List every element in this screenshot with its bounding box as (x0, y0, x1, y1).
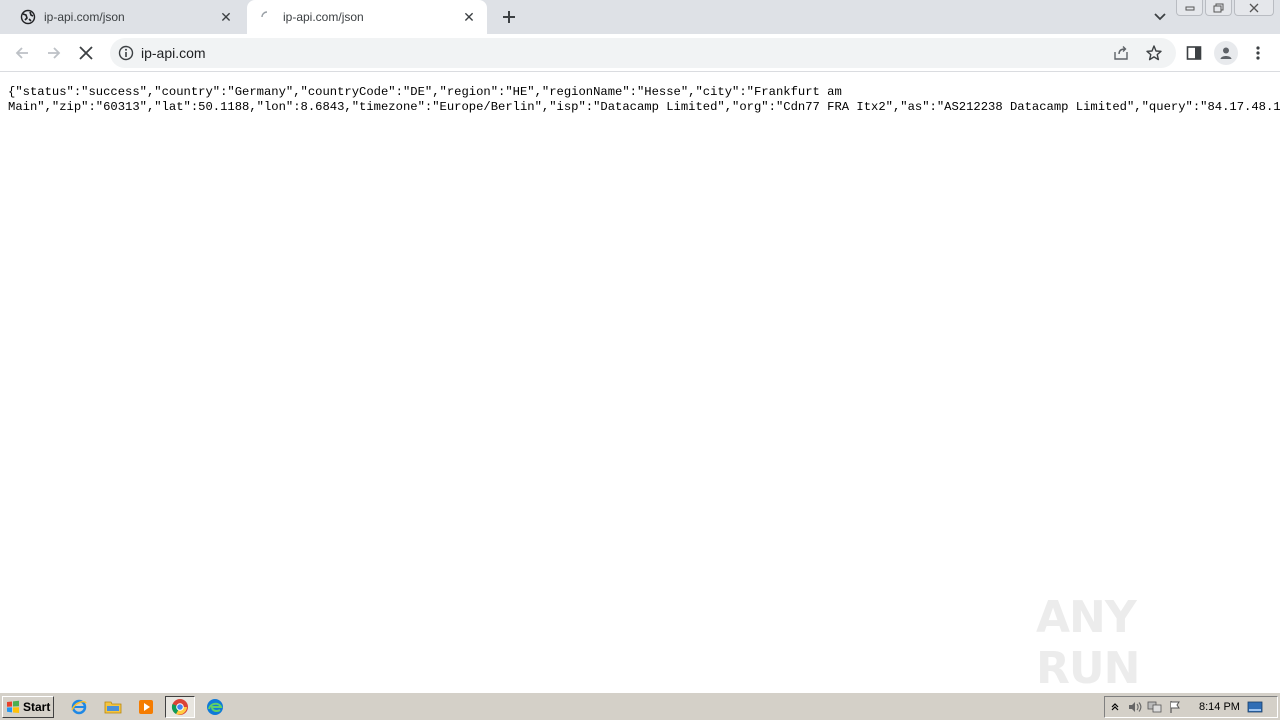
address-bar[interactable]: ip-api.com (110, 38, 1176, 68)
back-button[interactable] (9, 40, 35, 66)
arrow-left-icon (15, 47, 28, 59)
info-icon[interactable] (118, 45, 134, 61)
bookmark-star-icon[interactable] (1145, 44, 1163, 62)
json-line-2: Main","zip":"60313","lat":50.1188,"lon":… (8, 100, 1280, 114)
close-icon (79, 46, 93, 60)
tab-ip-api-2[interactable]: ip-api.com/json ✕ (247, 0, 487, 34)
globe-icon (20, 9, 36, 25)
windows-taskbar: Start 8:14 PM (0, 692, 1280, 720)
tab-ip-api-1[interactable]: ip-api.com/json ✕ (8, 0, 244, 34)
close-icon (1249, 3, 1259, 12)
forward-button[interactable] (41, 40, 67, 66)
json-response: {"status":"success","country":"Germany",… (8, 85, 1280, 115)
window-controls (1174, 0, 1274, 18)
chevron-down-icon (1154, 13, 1166, 21)
minimize-icon (1185, 6, 1194, 10)
tab-close-icon[interactable]: ✕ (459, 7, 479, 27)
network-icon[interactable] (1145, 698, 1165, 716)
restore-icon (1213, 3, 1223, 12)
anyrun-watermark: ANY RUN (1036, 592, 1140, 694)
minimize-button[interactable] (1176, 0, 1203, 16)
volume-icon[interactable] (1125, 698, 1145, 716)
new-tab-button[interactable] (498, 6, 520, 28)
url-text[interactable]: ip-api.com (141, 45, 206, 61)
more-menu-button[interactable] (1250, 43, 1266, 63)
action-center-flag-icon[interactable] (1165, 698, 1185, 716)
browser-toolbar: ip-api.com (0, 34, 1280, 72)
person-icon (1220, 47, 1232, 59)
page-content: {"status":"success","country":"Germany",… (0, 73, 1280, 694)
tab-close-icon[interactable]: ✕ (216, 7, 236, 27)
tab-search-button[interactable] (1150, 8, 1170, 26)
start-button[interactable]: Start (2, 696, 54, 718)
kebab-menu-icon (1256, 46, 1260, 60)
tab-strip: ip-api.com/json ✕ ip-api.com/json ✕ (0, 0, 1280, 34)
stop-loading-button[interactable] (73, 40, 99, 66)
loading-icon (259, 9, 275, 25)
start-label: Start (23, 700, 51, 714)
restore-button[interactable] (1205, 0, 1232, 16)
explorer-folder-icon[interactable] (102, 697, 124, 717)
clock[interactable]: 8:14 PM (1199, 701, 1245, 713)
show-desktop-icon[interactable] (1245, 698, 1265, 716)
system-tray: 8:14 PM (1104, 696, 1278, 718)
ie-icon[interactable] (68, 697, 90, 717)
plus-icon (503, 11, 515, 23)
edge-icon[interactable] (204, 697, 226, 717)
windows-logo-icon (7, 700, 19, 713)
json-line-1: {"status":"success","country":"Germany",… (8, 85, 842, 99)
close-window-button[interactable] (1234, 0, 1274, 16)
tab-title: ip-api.com/json (283, 10, 364, 24)
media-player-icon[interactable] (135, 697, 157, 717)
arrow-right-icon (48, 47, 61, 59)
chrome-icon (171, 699, 188, 715)
show-hidden-icons-icon[interactable] (1105, 698, 1125, 716)
chrome-taskbar-button[interactable] (165, 696, 195, 718)
profile-avatar[interactable] (1214, 41, 1238, 65)
tab-title: ip-api.com/json (44, 10, 125, 24)
side-panel-icon[interactable] (1185, 44, 1203, 62)
share-icon[interactable] (1113, 45, 1129, 61)
